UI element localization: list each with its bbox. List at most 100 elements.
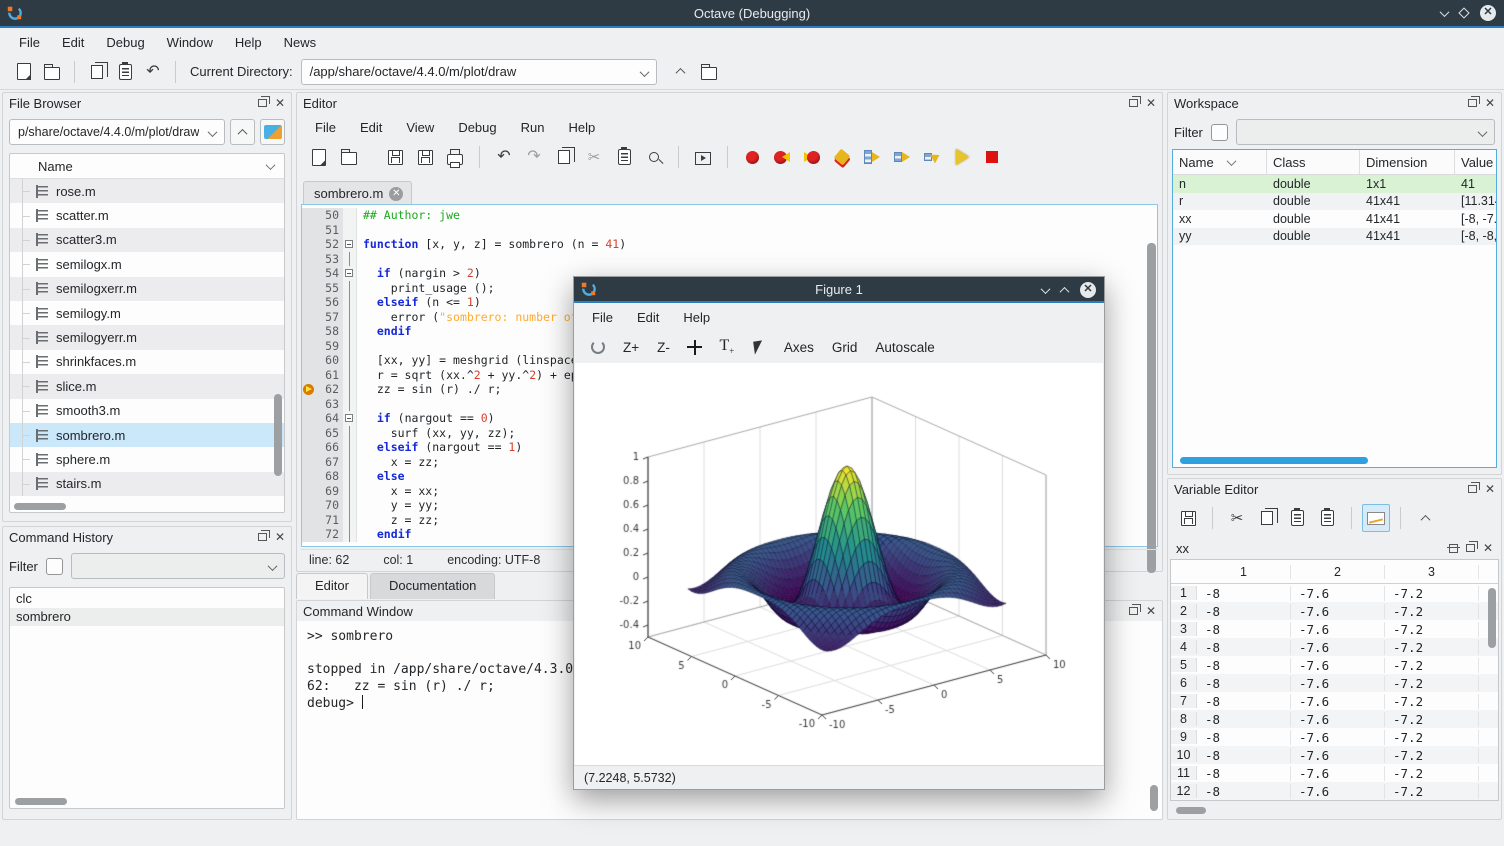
history-filter-combobox[interactable]: [71, 553, 285, 579]
editor-menu-view[interactable]: View: [394, 117, 446, 138]
file-list-hscrollbar[interactable]: [14, 503, 66, 510]
grid-cell[interactable]: -7.2: [1385, 748, 1479, 763]
tab-documentation[interactable]: Documentation: [370, 573, 495, 599]
gutter-marker[interactable]: [302, 339, 317, 354]
grid-row[interactable]: 8-8-7.6-7.2: [1171, 710, 1498, 728]
step-in-button[interactable]: [888, 143, 916, 171]
select-tool-button[interactable]: [745, 333, 773, 361]
gutter-marker[interactable]: [302, 368, 317, 383]
grid-cell[interactable]: -7.6: [1291, 766, 1385, 781]
grid-cell[interactable]: -7.6: [1291, 622, 1385, 637]
code-line[interactable]: 53: [302, 252, 1157, 267]
gutter-marker[interactable]: [302, 324, 317, 339]
fold-collapse-icon[interactable]: [345, 269, 353, 277]
maximize-icon[interactable]: [1060, 286, 1070, 296]
editor-scrollbar[interactable]: [1147, 243, 1156, 573]
fold-collapse-icon[interactable]: [345, 240, 353, 248]
cut-button[interactable]: ✂: [580, 143, 608, 171]
grid-cell[interactable]: -8: [1197, 640, 1291, 655]
close-panel-icon[interactable]: ✕: [1483, 543, 1493, 553]
figure-menu-file[interactable]: File: [580, 307, 625, 328]
gutter-marker[interactable]: [302, 310, 317, 325]
minimize-icon[interactable]: [1440, 7, 1450, 17]
copy-button[interactable]: [83, 58, 111, 86]
file-row[interactable]: shrinkfaces.m: [10, 350, 284, 374]
float-panel-icon[interactable]: [258, 533, 267, 541]
fold-column[interactable]: [343, 368, 357, 383]
workspace-variable-row[interactable]: ndouble1x141: [1173, 175, 1496, 193]
float-panel-icon[interactable]: [1468, 485, 1477, 493]
fold-column[interactable]: [343, 223, 357, 238]
pan-tool-button[interactable]: [681, 333, 709, 361]
fold-column[interactable]: [343, 237, 357, 252]
editor-paste-button[interactable]: [610, 143, 638, 171]
remove-breakpoints-button[interactable]: [828, 143, 856, 171]
fold-column[interactable]: [343, 484, 357, 499]
grid-row[interactable]: 9-8-7.6-7.2: [1171, 728, 1498, 746]
grid-row[interactable]: 7-8-7.6-7.2: [1171, 692, 1498, 710]
gutter-marker[interactable]: [302, 223, 317, 238]
float-panel-icon[interactable]: [258, 99, 267, 107]
editor-menu-debug[interactable]: Debug: [446, 117, 508, 138]
fold-column[interactable]: [343, 426, 357, 441]
gutter-marker[interactable]: [302, 426, 317, 441]
browser-up-button[interactable]: [230, 119, 255, 145]
previous-breakpoint-button[interactable]: [768, 143, 796, 171]
grid-cell[interactable]: -7.6: [1291, 694, 1385, 709]
grid-cell[interactable]: -7.2: [1385, 730, 1479, 745]
find-button[interactable]: [640, 143, 668, 171]
fold-column[interactable]: [343, 353, 357, 368]
grid-cell[interactable]: -7.2: [1385, 712, 1479, 727]
grid-cell[interactable]: -7.6: [1291, 586, 1385, 601]
menu-debug[interactable]: Debug: [95, 32, 155, 53]
minimize-icon[interactable]: [1041, 284, 1051, 294]
grid-row[interactable]: 11-8-7.6-7.2: [1171, 764, 1498, 782]
gutter-marker[interactable]: [302, 527, 317, 542]
ve-plot-button[interactable]: [1362, 504, 1390, 532]
redo-button[interactable]: ↷: [520, 143, 548, 171]
grid-row[interactable]: 12-8-7.6-7.2: [1171, 782, 1498, 800]
editor-copy-button[interactable]: [550, 143, 578, 171]
close-icon[interactable]: ✕: [1480, 5, 1496, 21]
gutter-marker[interactable]: [302, 397, 317, 412]
undo-button[interactable]: ↶: [490, 143, 518, 171]
plot-area[interactable]: [575, 363, 1103, 765]
stop-debug-button[interactable]: [978, 143, 1006, 171]
sombrero-surface-plot[interactable]: [580, 366, 1102, 762]
grid-cell[interactable]: -7.2: [1385, 604, 1479, 619]
zoom-in-button[interactable]: Z+: [616, 337, 646, 358]
grid-cell[interactable]: -7.6: [1291, 748, 1385, 763]
editor-menu-edit[interactable]: Edit: [348, 117, 394, 138]
file-row[interactable]: semilogxerr.m: [10, 277, 284, 301]
filter-checkbox[interactable]: [46, 558, 63, 575]
fold-column[interactable]: [343, 440, 357, 455]
gutter-marker[interactable]: [302, 498, 317, 513]
open-file-button[interactable]: [38, 58, 66, 86]
grid-button[interactable]: Grid: [825, 337, 865, 358]
variable-data-grid[interactable]: 123 1-8-7.6-7.22-8-7.6-7.23-8-7.6-7.24-8…: [1170, 559, 1499, 801]
ve-copy-button[interactable]: [1253, 504, 1281, 532]
fold-column[interactable]: [343, 266, 357, 281]
fold-column[interactable]: [343, 208, 357, 223]
gutter-marker[interactable]: [302, 353, 317, 368]
grid-cell[interactable]: -7.6: [1291, 730, 1385, 745]
ve-paste-button[interactable]: [1283, 504, 1311, 532]
editor-new-button[interactable]: [305, 143, 333, 171]
workspace-hscrollbar[interactable]: [1180, 457, 1368, 464]
grid-row[interactable]: 4-8-7.6-7.2: [1171, 638, 1498, 656]
file-row[interactable]: semilogy.m: [10, 301, 284, 325]
grid-cell[interactable]: -7.2: [1385, 766, 1479, 781]
float-panel-icon[interactable]: [1129, 607, 1138, 615]
gutter-marker[interactable]: [302, 484, 317, 499]
step-button[interactable]: [858, 143, 886, 171]
figure-menu-help[interactable]: Help: [671, 307, 722, 328]
editor-file-tab[interactable]: sombrero.m ✕: [303, 181, 412, 205]
close-panel-icon[interactable]: ✕: [1485, 98, 1495, 108]
maximize-icon[interactable]: [1458, 7, 1469, 18]
step-out-button[interactable]: [918, 143, 946, 171]
grid-cell[interactable]: -7.6: [1291, 640, 1385, 655]
ve-paste-table-button[interactable]: [1313, 504, 1341, 532]
editor-menu-run[interactable]: Run: [509, 117, 557, 138]
fold-column[interactable]: [343, 397, 357, 412]
editor-open-button[interactable]: [335, 143, 363, 171]
